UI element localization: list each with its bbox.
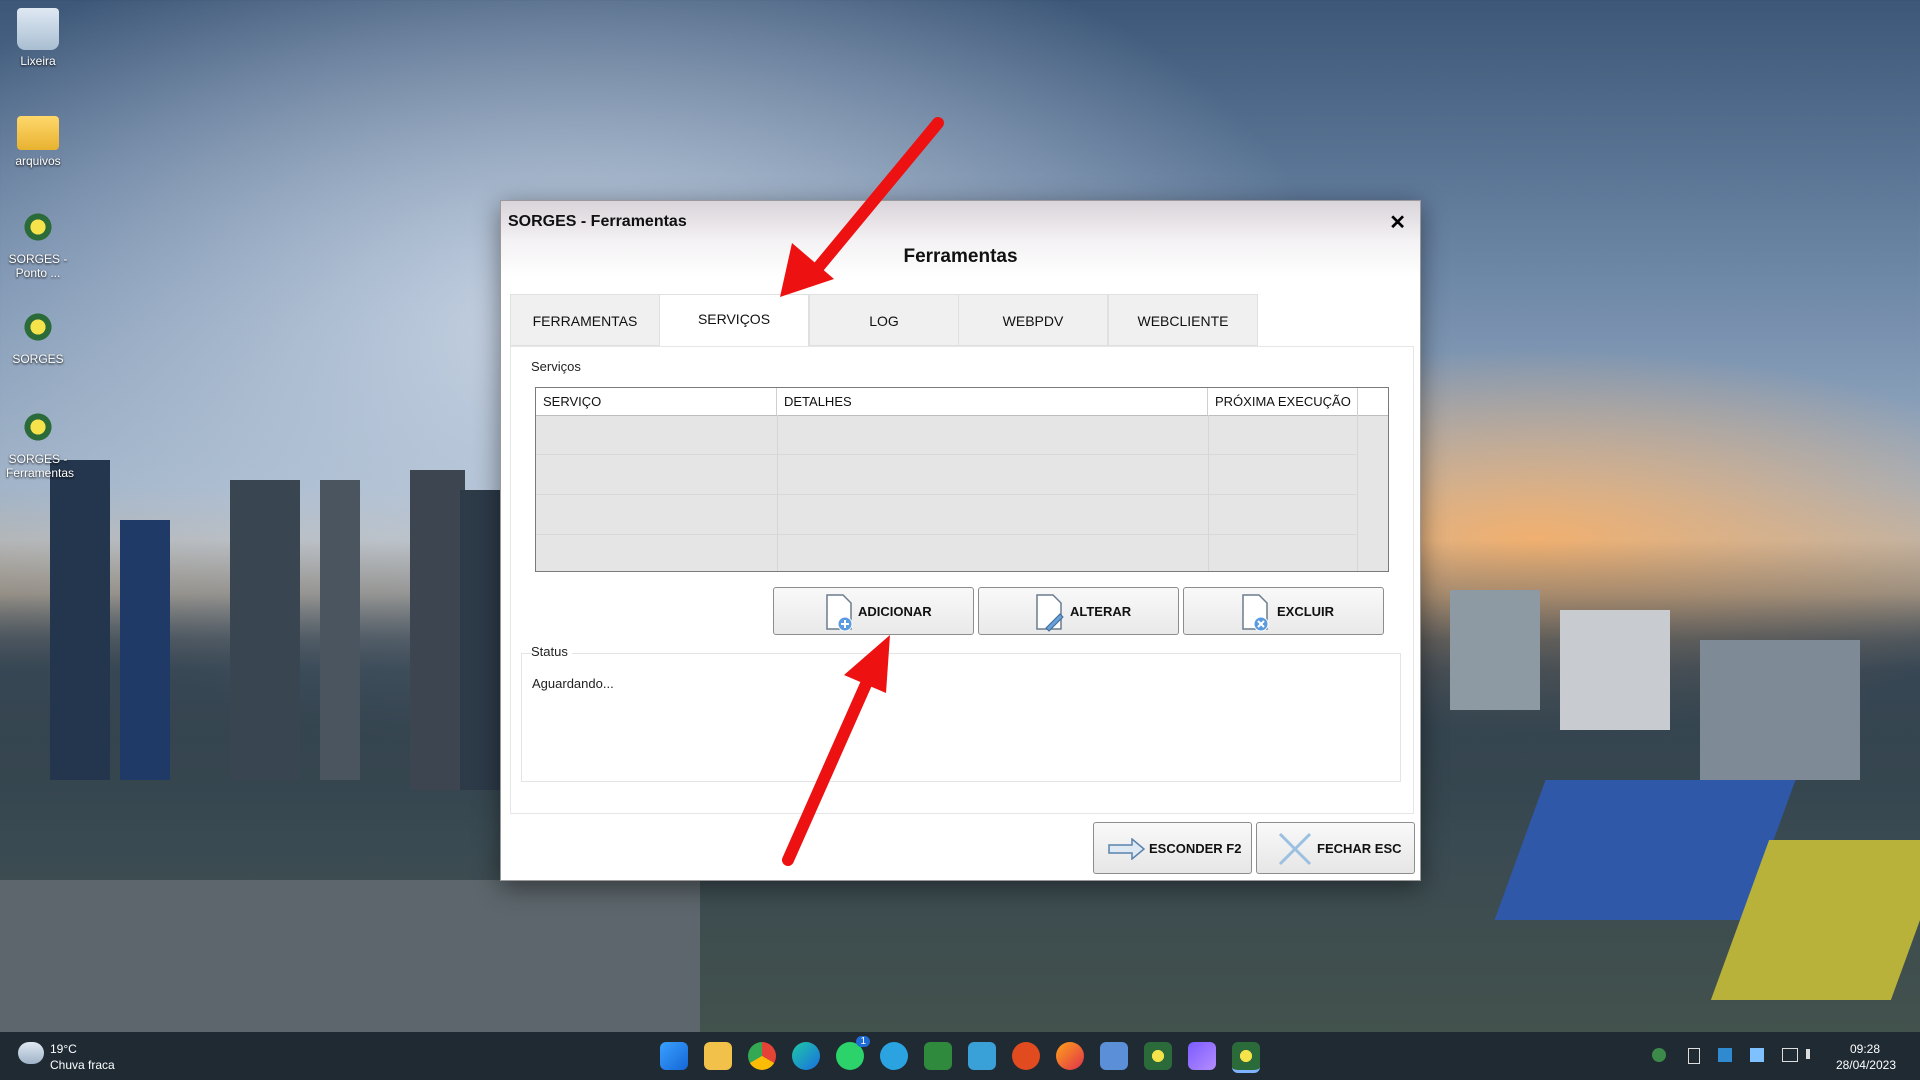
desktop-icon-sorges-ferramentas[interactable]: SORGES - Ferramentas bbox=[6, 406, 75, 480]
video-editor-icon[interactable] bbox=[1188, 1042, 1216, 1070]
tab-ferramentas[interactable]: FERRAMENTAS bbox=[510, 294, 660, 346]
add-document-icon bbox=[826, 594, 853, 632]
chrome-icon[interactable] bbox=[748, 1042, 776, 1070]
onedrive-icon[interactable] bbox=[1750, 1048, 1764, 1062]
grid-line bbox=[536, 534, 1356, 535]
column-header-detalhes[interactable]: DETALHES bbox=[777, 388, 1208, 415]
title-bar[interactable]: SORGES - Ferramentas ✕ bbox=[501, 201, 1420, 241]
desktop-icon-recycle-bin[interactable]: Lixeira bbox=[6, 8, 70, 68]
usb-icon[interactable] bbox=[1688, 1048, 1700, 1064]
services-group-label: Serviços bbox=[531, 359, 581, 374]
desktop-icon-sorges-ponto[interactable]: SORGES - Ponto ... bbox=[6, 206, 70, 280]
grid-line bbox=[536, 454, 1356, 455]
add-button[interactable]: ADICIONAR bbox=[773, 587, 974, 635]
tray-sorges-icon[interactable] bbox=[1652, 1048, 1666, 1062]
close-button[interactable]: FECHAR ESC bbox=[1256, 822, 1415, 874]
desktop-icon-arquivos[interactable]: arquivos bbox=[6, 108, 70, 168]
desktop-icon-label: Lixeira bbox=[20, 54, 56, 68]
whatsapp-icon[interactable]: 1 bbox=[836, 1036, 870, 1070]
start-icon[interactable] bbox=[660, 1042, 688, 1070]
weather-icon[interactable] bbox=[18, 1042, 44, 1064]
close-button-label: FECHAR ESC bbox=[1317, 841, 1402, 856]
desktop-icon-label: arquivos bbox=[15, 154, 61, 168]
delete-button-label: EXCLUIR bbox=[1277, 604, 1335, 619]
close-icon[interactable]: ✕ bbox=[1389, 210, 1406, 235]
grid-line bbox=[777, 415, 778, 571]
red-arrow-pointing-tab bbox=[780, 117, 944, 297]
taskbar: 19°C Chuva fraca 1 09:28 28/04/2023 bbox=[0, 1032, 1920, 1080]
hide-button-label: ESCONDER F2 bbox=[1149, 841, 1242, 856]
servicos-panel: Serviços SERVIÇO DETALHES PRÓXIMA EXECUÇ… bbox=[510, 346, 1414, 814]
grid-line bbox=[1208, 415, 1209, 571]
firefox-icon[interactable] bbox=[1056, 1042, 1084, 1070]
volume-icon[interactable] bbox=[1806, 1049, 1820, 1059]
edit-button-label: ALTERAR bbox=[1070, 604, 1132, 619]
sorges-app-icon bbox=[17, 206, 59, 248]
edit-button[interactable]: ALTERAR bbox=[978, 587, 1179, 635]
desktop-icon-label: SORGES - Ponto ... bbox=[8, 252, 68, 280]
services-table[interactable]: SERVIÇO DETALHES PRÓXIMA EXECUÇÃO bbox=[535, 387, 1389, 572]
network-icon[interactable] bbox=[1782, 1048, 1798, 1062]
whatsapp-badge: 1 bbox=[856, 1036, 870, 1047]
arrow-right-icon bbox=[1108, 838, 1146, 860]
clock-date[interactable]: 28/04/2023 bbox=[1836, 1058, 1896, 1072]
tab-webpdv[interactable]: WEBPDV bbox=[958, 294, 1108, 346]
folder-icon bbox=[17, 116, 59, 150]
status-text: Aguardando... bbox=[532, 676, 614, 691]
status-group-label: Status bbox=[531, 644, 572, 659]
edge-icon[interactable] bbox=[792, 1042, 820, 1070]
tab-webcliente[interactable]: WEBCLIENTE bbox=[1108, 294, 1258, 346]
header-band: Ferramentas bbox=[501, 241, 1420, 277]
table-header: SERVIÇO DETALHES PRÓXIMA EXECUÇÃO bbox=[536, 388, 1388, 416]
weather-desc: Chuva fraca bbox=[50, 1058, 115, 1072]
column-header-servico[interactable]: SERVIÇO bbox=[536, 388, 777, 415]
delete-button[interactable]: EXCLUIR bbox=[1183, 587, 1384, 635]
close-x-icon bbox=[1278, 832, 1312, 866]
column-header-proxima-execucao[interactable]: PRÓXIMA EXECUÇÃO bbox=[1208, 388, 1358, 415]
remote-app-icon[interactable] bbox=[968, 1042, 996, 1070]
edit-document-icon bbox=[1036, 594, 1064, 632]
grid-line bbox=[536, 494, 1356, 495]
window-title: SORGES - Ferramentas bbox=[508, 213, 687, 230]
app-icon[interactable] bbox=[1012, 1042, 1040, 1070]
grid-line bbox=[1357, 415, 1358, 571]
sorges-icon[interactable] bbox=[1144, 1042, 1172, 1070]
sorges-app-icon bbox=[17, 306, 59, 348]
sorges-ferramentas-active-icon[interactable] bbox=[1232, 1042, 1260, 1073]
clock-time[interactable]: 09:28 bbox=[1850, 1042, 1880, 1056]
recycle-bin-icon bbox=[17, 8, 59, 50]
desktop-icon-label: SORGES - Ferramentas bbox=[6, 452, 75, 480]
ferramentas-dialog: SORGES - Ferramentas ✕ Ferramentas FERRA… bbox=[500, 200, 1421, 881]
hide-button[interactable]: ESCONDER F2 bbox=[1093, 822, 1252, 874]
add-button-label: ADICIONAR bbox=[858, 604, 932, 619]
status-box: Aguardando... bbox=[521, 653, 1401, 782]
settings-icon[interactable] bbox=[1100, 1042, 1128, 1070]
file-explorer-icon[interactable] bbox=[704, 1042, 732, 1070]
sorges-app-icon bbox=[17, 406, 59, 448]
page-title: Ferramentas bbox=[903, 246, 1018, 267]
spreadsheet-icon[interactable] bbox=[924, 1042, 952, 1070]
desktop-icon-label: SORGES bbox=[12, 352, 64, 366]
desktop-icon-sorges[interactable]: SORGES bbox=[6, 306, 70, 366]
weather-temp: 19°C bbox=[50, 1042, 77, 1056]
defender-icon[interactable] bbox=[1718, 1048, 1732, 1062]
delete-document-icon bbox=[1242, 594, 1269, 632]
telegram-icon[interactable] bbox=[880, 1042, 908, 1070]
red-arrow-pointing-add-button bbox=[782, 635, 890, 866]
